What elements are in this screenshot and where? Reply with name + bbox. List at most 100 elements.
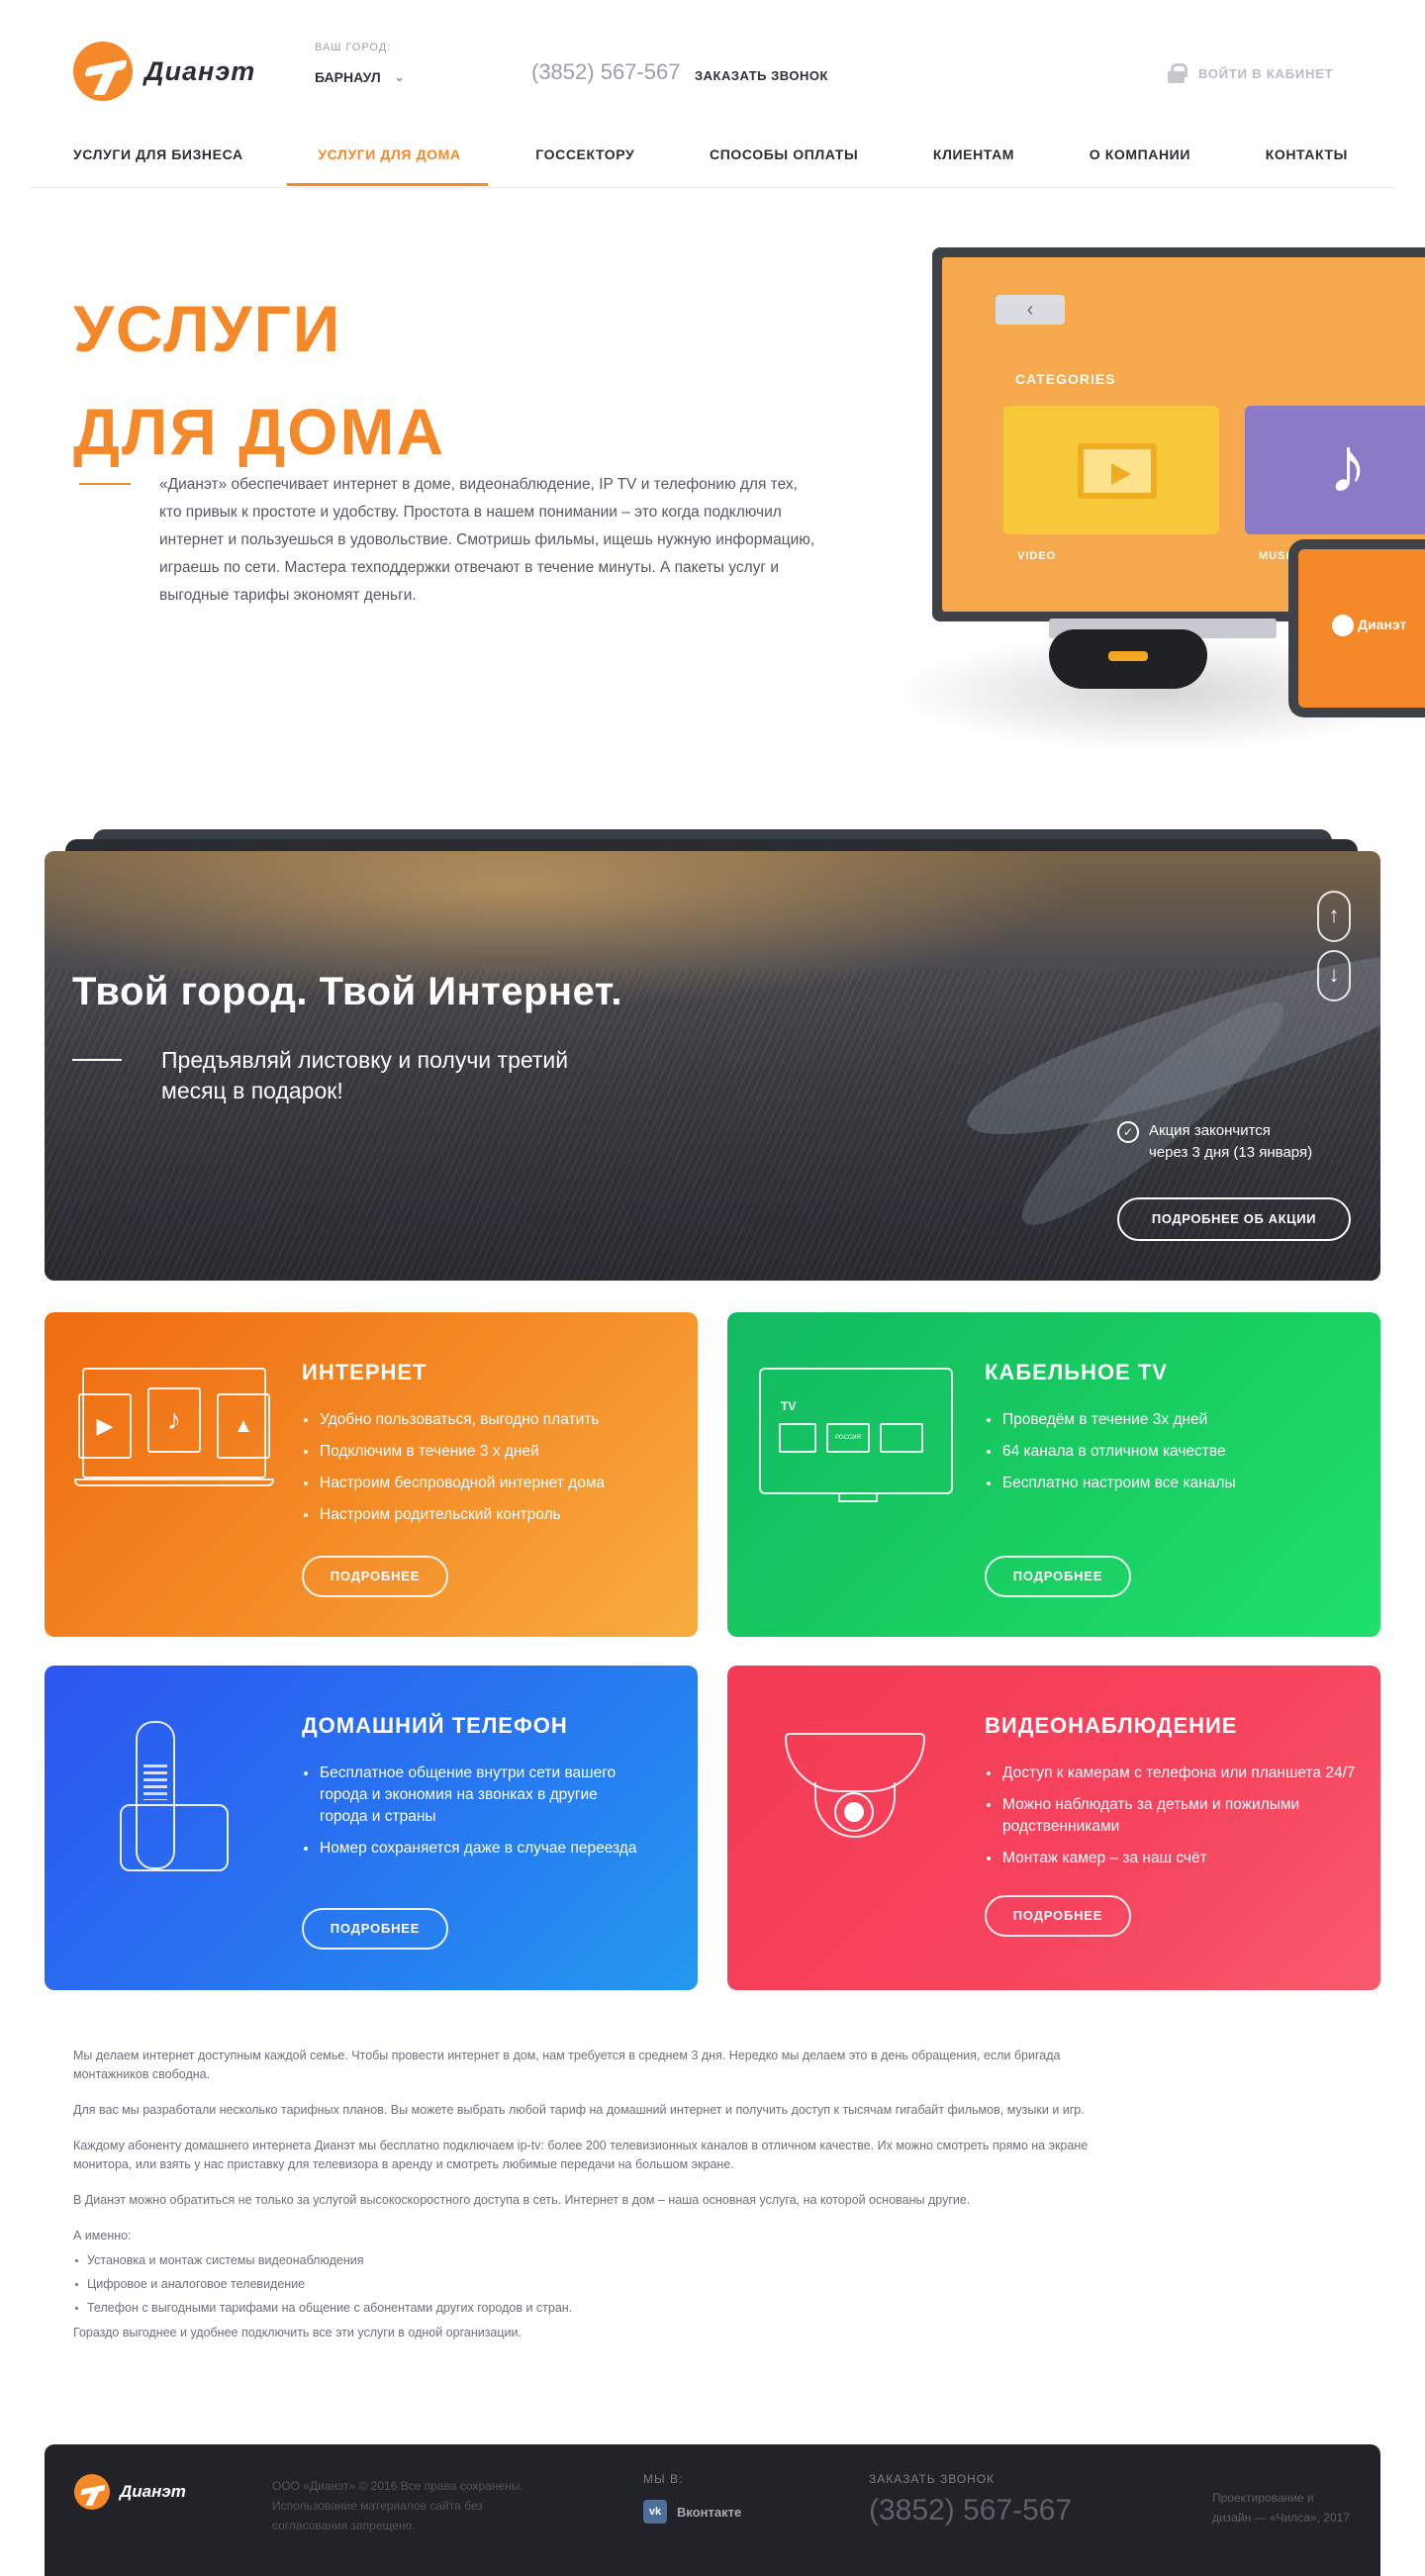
list-item: Телефон с выгодными тарифами на общение …	[73, 2299, 1132, 2318]
gamepad-icon	[1049, 629, 1207, 689]
card-internet: ▶ ♪ ▲ ИНТЕРНЕТ Удобно пользоваться, выго…	[45, 1312, 698, 1637]
nav-clients[interactable]: КЛИЕНТАМ	[933, 141, 1014, 168]
seo-text: Мы делаем интернет доступным каждой семь…	[73, 2047, 1132, 2359]
page-title-line2: ДЛЯ ДОМА	[73, 395, 446, 468]
footer: Дианэт ООО «Дианэт» © 2016 Все права сох…	[45, 2444, 1380, 2576]
nav-active-underline	[287, 183, 488, 186]
video-file-icon: ▶	[78, 1393, 132, 1459]
footer-logo-mark-icon	[74, 2474, 110, 2510]
tv-categories-label: CATEGORIES	[1015, 371, 1116, 387]
footer-vk-label: Вконтакте	[677, 2504, 742, 2520]
card-tv: TV РОССИЯ КАБЕЛЬНОЕ TV Проведём в течени…	[727, 1312, 1380, 1637]
promo-deadline: ✓ Акция закончится через 3 дня (13 январ…	[1117, 1120, 1312, 1164]
lock-icon	[1168, 63, 1188, 83]
card-cam-title: ВИДЕОНАБЛЮДЕНИЕ	[985, 1713, 1238, 1738]
page-title-line1: УСЛУГИ	[73, 292, 342, 365]
footer-design-credit[interactable]: Проектирование и дизайн — «Чилса», 2017	[1212, 2488, 1351, 2528]
promo-deadline-line1: Акция закончится	[1149, 1122, 1271, 1139]
seo-paragraph: Каждому абоненту домашнего интернета Диа…	[73, 2139, 1089, 2171]
channel-icon	[880, 1423, 923, 1453]
hero-description: «Дианэт» обеспечивает интернет в доме, в…	[159, 476, 815, 604]
city-label: ВАШ ГОРОД:	[315, 42, 392, 53]
camera-lens-icon	[836, 1794, 872, 1830]
seo-paragraph: В Дианэт можно обратиться не только за у…	[73, 2193, 971, 2207]
card-phone: ДОМАШНИЙ ТЕЛЕФОН Бесплатное общение внут…	[45, 1666, 698, 1990]
list-item: Настроим родительский контроль	[302, 1504, 605, 1526]
logo[interactable]: Дианэт	[73, 42, 255, 101]
header-phone[interactable]: (3852) 567-567	[531, 59, 680, 85]
nav-business[interactable]: УСЛУГИ ДЛЯ БИЗНЕСА	[73, 141, 243, 168]
nav-about[interactable]: О КОМПАНИИ	[1090, 141, 1190, 168]
callback-link[interactable]: ЗАКАЗАТЬ ЗВОНОК	[695, 68, 828, 83]
cam-more-button[interactable]: ПОДРОБНЕЕ	[985, 1895, 1131, 1937]
card-phone-list: Бесплатное общение внутри сети вашего го…	[302, 1763, 638, 1869]
footer-copyright: ООО «Дианэт» © 2016 Все права сохранены.…	[272, 2479, 523, 2532]
laptop-base	[74, 1479, 274, 1486]
list-item: Удобно пользоваться, выгодно платить	[302, 1409, 605, 1431]
footer-vk-link[interactable]: vk Вконтакте	[643, 2500, 741, 2524]
nav-payment[interactable]: СПОСОБЫ ОПЛАТЫ	[710, 141, 858, 168]
login-link[interactable]: ВОЙТИ В КАБИНЕТ	[1168, 63, 1333, 83]
list-item: Монтаж камер – за наш счёт	[985, 1848, 1361, 1869]
banner-subtitle: Предъявляй листовку и получи третий меся…	[161, 1047, 569, 1103]
image-file-icon: ▲	[217, 1393, 270, 1459]
card-tv-title: КАБЕЛЬНОЕ TV	[985, 1360, 1168, 1384]
arrow-up-icon[interactable]: ↑	[1317, 891, 1351, 942]
banner-title: Твой город. Твой Интернет.	[72, 970, 622, 1013]
page-title: УСЛУГИ ДЛЯ ДОМА	[73, 277, 445, 483]
vk-icon: vk	[643, 2500, 667, 2524]
chevron-down-icon: ⌄	[394, 70, 405, 84]
seo-list: Установка и монтаж системы видеонаблюден…	[73, 2251, 1132, 2318]
film-icon	[1078, 443, 1157, 499]
phone-base-icon	[120, 1804, 229, 1871]
list-item: Настроим беспроводной интернет дома	[302, 1473, 605, 1494]
card-internet-title: ИНТЕРНЕТ	[302, 1360, 428, 1384]
nav-home[interactable]: УСЛУГИ ДЛЯ ДОМА	[318, 141, 460, 168]
card-internet-list: Удобно пользоваться, выгодно платить Под…	[302, 1409, 605, 1536]
internet-more-button[interactable]: ПОДРОБНЕЕ	[302, 1556, 448, 1597]
seo-paragraph: Для вас мы разработали несколько тарифны…	[73, 2103, 1085, 2117]
list-item: Бесплатное общение внутри сети вашего го…	[302, 1763, 638, 1828]
phone-more-button[interactable]: ПОДРОБНЕЕ	[302, 1908, 448, 1950]
logo-text: Дианэт	[144, 55, 256, 86]
promo-details-button[interactable]: ПОДРОБНЕЕ ОБ АКЦИИ	[1117, 1197, 1351, 1241]
login-label: ВОЙТИ В КАБИНЕТ	[1198, 65, 1334, 81]
footer-logo-text: Дианэт	[120, 2482, 186, 2501]
tablet-screen: Дианэт	[1298, 549, 1425, 708]
promo-deadline-line2: через 3 дня (13 января)	[1149, 1144, 1313, 1161]
card-cam-list: Доступ к камерам с телефона или планшета…	[985, 1763, 1361, 1879]
footer-phone[interactable]: (3852) 567-567	[869, 2494, 1072, 2528]
footer-logo[interactable]: Дианэт	[74, 2474, 186, 2510]
list-item: Можно наблюдать за детьми и пожилыми род…	[985, 1794, 1361, 1838]
list-item: Номер сохраняется даже в случае переезда	[302, 1838, 638, 1860]
tv-icon-label: TV	[781, 1399, 797, 1413]
city-selector[interactable]: БАРНАУЛ ⌄	[315, 69, 405, 85]
banner-dash	[72, 1059, 122, 1061]
tablet-logo-icon	[1332, 615, 1354, 636]
tv-more-button[interactable]: ПОДРОБНЕЕ	[985, 1556, 1131, 1597]
logo-mark-icon	[73, 42, 133, 101]
list-item: 64 канала в отличном качестве	[985, 1441, 1236, 1463]
footer-callback-link[interactable]: ЗАКАЗАТЬ ЗВОНОК	[869, 2472, 995, 2486]
nav-divider	[30, 187, 1395, 188]
seo-paragraph: Мы делаем интернет доступным каждой семь…	[73, 2049, 1061, 2081]
list-item: Установка и монтаж системы видеонаблюден…	[73, 2251, 1132, 2270]
tv-icon-stand	[838, 1494, 878, 1502]
card-phone-title: ДОМАШНИЙ ТЕЛЕФОН	[302, 1713, 568, 1738]
arrow-down-icon[interactable]: ↓	[1317, 950, 1351, 1002]
channel-russia-icon: РОССИЯ	[826, 1423, 870, 1453]
promo-banner: Твой город. Твой Интернет. Предъявляй ли…	[45, 851, 1380, 1281]
card-cam: ВИДЕОНАБЛЮДЕНИЕ Доступ к камерам с телеф…	[727, 1666, 1380, 1990]
nav-contacts[interactable]: КОНТАКТЫ	[1266, 141, 1348, 168]
keypad-icon	[143, 1765, 167, 1800]
tablet-logo-text: Дианэт	[1358, 617, 1407, 632]
back-arrow-icon: ‹	[996, 295, 1065, 325]
list-item: Проведём в течение 3х дней	[985, 1409, 1236, 1431]
list-item: Подключим в течение 3 х дней	[302, 1441, 605, 1463]
tv-tile-video-label: VIDEO	[1017, 550, 1057, 562]
channel-icon	[779, 1423, 816, 1453]
seo-paragraph: Гораздо выгоднее и удобнее подключить вс…	[73, 2326, 522, 2339]
nav-gov[interactable]: ГОССЕКТОРУ	[535, 141, 634, 168]
city-value: БАРНАУЛ	[315, 69, 381, 85]
music-note-icon: ♪	[1328, 421, 1368, 509]
